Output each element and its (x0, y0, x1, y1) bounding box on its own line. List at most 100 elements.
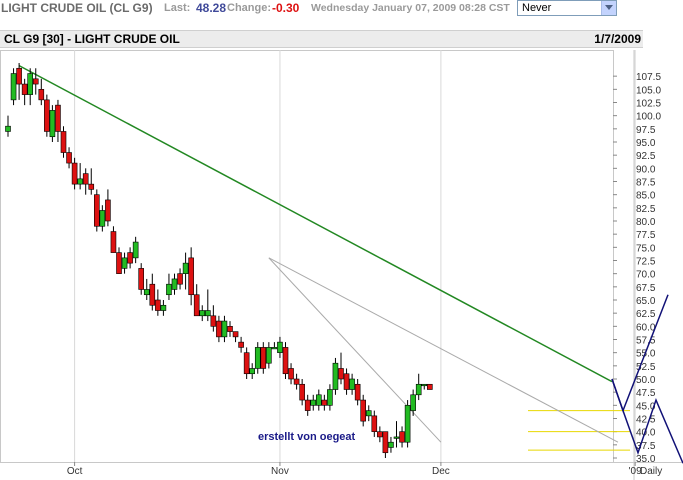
y-tick-label: 47.5 (636, 388, 656, 399)
candle-down (399, 431, 405, 443)
candle-down (66, 152, 72, 164)
candle-down (32, 78, 39, 85)
candle-down (260, 347, 267, 369)
candle-up (315, 394, 322, 406)
candle-down (371, 415, 378, 432)
candle-down (82, 173, 89, 185)
candle-up (254, 347, 261, 369)
candle-down (377, 431, 383, 438)
candle-down (21, 83, 28, 95)
y-tick-label: 95.0 (636, 138, 656, 149)
candle-up (393, 436, 400, 439)
y-tick-label: 67.5 (636, 283, 656, 294)
candle-down (227, 326, 233, 332)
candle-up (249, 368, 255, 375)
candle-up (143, 289, 150, 296)
candle-down (343, 373, 350, 390)
author-annotation: erstellt von oegeat (258, 431, 356, 443)
candle-up (49, 110, 56, 138)
candle-down (210, 315, 217, 327)
y-tick-label: 90.0 (636, 164, 656, 175)
candle-up (365, 410, 372, 417)
price-chart: Oct Nov Dec '09Daily107.5105.0102.5100.097.… (0, 50, 683, 480)
y-tick-label: 72.5 (636, 257, 656, 268)
candle-down (321, 399, 328, 406)
y-tick-label: 107.5 (636, 72, 661, 83)
y-tick-label: 105.0 (636, 85, 661, 96)
x-tick-label: Dec (432, 466, 450, 477)
candle-up (310, 399, 317, 406)
candle-up (404, 405, 411, 443)
candle-up (327, 389, 333, 406)
candle-down (293, 378, 300, 385)
candle-up (99, 210, 106, 227)
candle-down (238, 341, 244, 348)
y-tick-label: 57.5 (636, 336, 656, 347)
candle-up (410, 394, 416, 411)
candle-down (88, 183, 95, 190)
candle-down (282, 347, 289, 375)
y-tick-label: 85.0 (636, 191, 656, 202)
candle-down (299, 383, 305, 401)
y-tick-label: 97.5 (636, 125, 656, 136)
candle-up (182, 262, 189, 274)
candle-up (349, 378, 355, 390)
candle-down (127, 252, 133, 264)
candle-down (216, 320, 222, 338)
y-tick-label: 75.0 (636, 243, 656, 254)
candle-down (60, 131, 67, 153)
candle-down (110, 231, 117, 253)
candle-up (132, 241, 139, 259)
y-tick-label: 77.5 (636, 230, 656, 241)
y-tick-label: 80.0 (636, 217, 656, 228)
candle-down (338, 368, 344, 380)
secondary-trendline (268, 257, 442, 443)
candle-down (193, 294, 200, 317)
candle-down (304, 399, 311, 411)
y-tick-label: 65.0 (636, 296, 656, 307)
candle-down (243, 352, 250, 375)
candle-up (271, 347, 278, 350)
candle-up (388, 441, 394, 448)
candle-down (382, 431, 389, 454)
period-label: Daily (640, 466, 662, 477)
candle-down (360, 399, 367, 422)
y-tick-label: 92.5 (636, 151, 656, 162)
secondary-trendline (268, 257, 619, 443)
x-tick-label: Nov (271, 466, 289, 477)
candle-down (116, 252, 122, 274)
y-tick-label: 82.5 (636, 204, 656, 215)
candle-up (205, 310, 211, 317)
candle-down (188, 257, 194, 296)
candle-up (166, 283, 172, 296)
candle-up (266, 347, 272, 364)
x-tick-label: Oct (67, 466, 83, 477)
candle-down (288, 368, 294, 380)
candle-up (415, 383, 422, 396)
y-tick-label: 87.5 (636, 178, 656, 189)
candle-up (5, 125, 11, 132)
candle-down (232, 331, 239, 338)
candle-down (38, 89, 45, 101)
y-tick-label: 50.0 (636, 375, 656, 386)
y-tick-label: 62.5 (636, 309, 656, 320)
candle-up (27, 73, 34, 95)
y-tick-label: 70.0 (636, 270, 656, 281)
candle-down (71, 162, 78, 185)
candle-up (10, 73, 17, 101)
y-tick-label: 102.5 (636, 99, 661, 110)
y-tick-label: 42.5 (636, 415, 656, 426)
candle-down (44, 99, 50, 132)
y-tick-label: 100.0 (636, 112, 661, 123)
candle-up (332, 362, 339, 390)
y-tick-label: 35.0 (636, 454, 656, 465)
candle-up (199, 310, 206, 317)
candle-down (177, 273, 183, 285)
candle-down (55, 104, 61, 132)
candle-down (16, 67, 22, 85)
candle-up (77, 178, 83, 185)
candle-up (121, 257, 128, 269)
candle-down (426, 383, 433, 390)
candle-up (171, 278, 178, 290)
candle-down (149, 283, 156, 306)
